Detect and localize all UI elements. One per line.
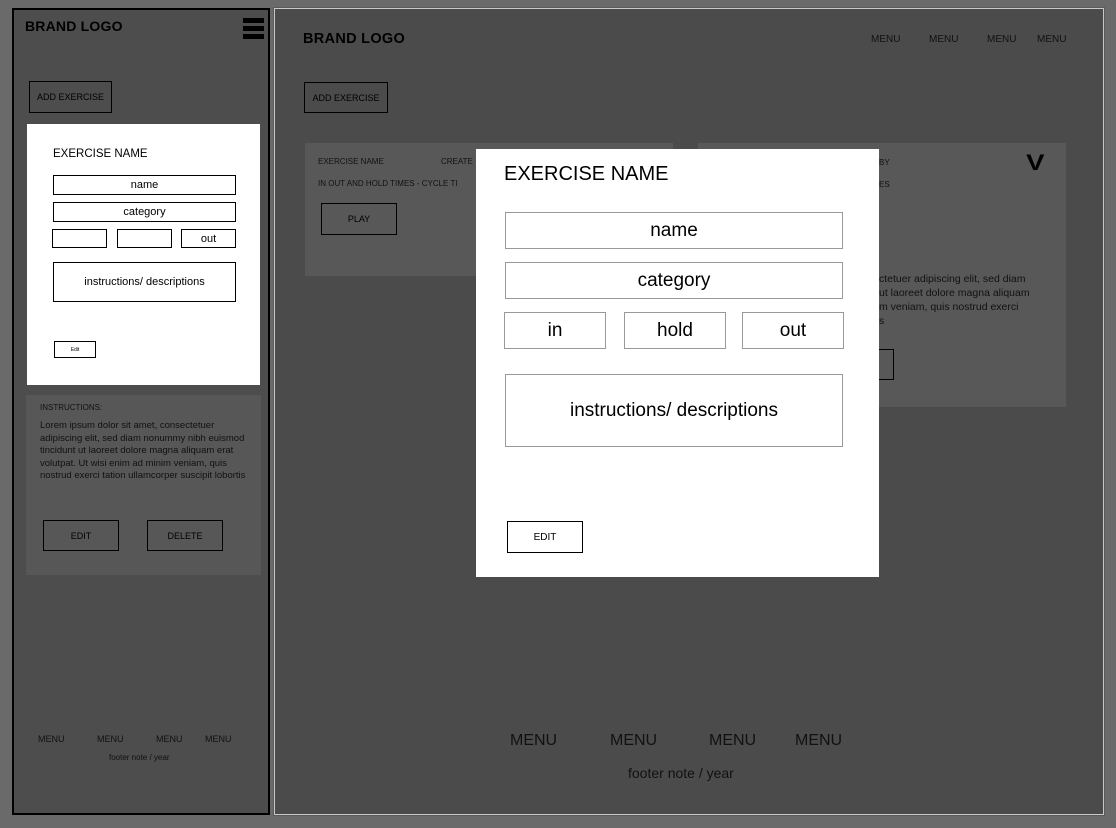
brand-logo[interactable]: BRAND LOGO — [303, 31, 405, 47]
card-body-text: ctetuer adipiscing elit, sed diam ut lao… — [879, 273, 1030, 327]
instructions-title: INSTRUCTIONS: — [40, 403, 103, 412]
nav-menu-item[interactable]: MENU — [1037, 34, 1066, 45]
nav-menu-item[interactable]: MENU — [987, 34, 1016, 45]
delete-button[interactable]: DELETE — [147, 520, 223, 551]
created-by-label: BY — [879, 158, 890, 167]
hold-field[interactable] — [117, 229, 172, 248]
footer-menu-item[interactable]: MENU — [610, 732, 657, 750]
exercise-modal: EXERCISE NAME name category out instruct… — [27, 124, 260, 385]
nav-menu-item[interactable]: MENU — [871, 34, 900, 45]
instructions-field[interactable]: instructions/ descriptions — [53, 262, 236, 302]
play-button[interactable]: PLAY — [321, 203, 397, 235]
modal-title: EXERCISE NAME — [53, 148, 148, 160]
instructions-field[interactable]: instructions/ descriptions — [505, 374, 843, 447]
modal-edit-button[interactable]: EDIT — [507, 521, 583, 553]
instructions-body: Lorem ipsum dolor sit amet, consectetuer… — [40, 420, 246, 481]
in-field[interactable] — [52, 229, 107, 248]
hold-field[interactable]: hold — [624, 312, 726, 349]
created-label: CREATE — [441, 157, 473, 166]
modal-edit-button[interactable]: Edit — [54, 341, 96, 358]
name-field[interactable]: name — [53, 175, 236, 195]
category-field[interactable]: category — [53, 202, 236, 222]
mobile-frame: BRAND LOGO ADD EXERCISE INSTRUCTIONS: Lo… — [12, 8, 270, 815]
category-field[interactable]: category — [505, 262, 843, 299]
add-exercise-button[interactable]: ADD EXERCISE — [29, 81, 112, 113]
in-field[interactable]: in — [504, 312, 606, 349]
footer-menu-item[interactable]: MENU — [510, 732, 557, 750]
nav-menu-item[interactable]: MENU — [929, 34, 958, 45]
footer-menu-item[interactable]: MENU — [156, 734, 183, 744]
chevron-down-icon[interactable]: V — [1026, 150, 1044, 176]
footer-menu-item[interactable]: MENU — [795, 732, 842, 750]
footer-note: footer note / year — [109, 753, 170, 762]
edit-button[interactable]: EDIT — [43, 520, 119, 551]
times-label: IN OUT AND HOLD TIMES - CYCLE TI — [318, 179, 458, 188]
footer-menu-item[interactable]: MENU — [205, 734, 232, 744]
exercise-name-label: EXERCISE NAME — [318, 157, 384, 166]
desktop-frame: BRAND LOGO MENU MENU MENU MENU ADD EXERC… — [273, 7, 1105, 816]
footer-note: footer note / year — [628, 765, 734, 781]
out-field[interactable]: out — [742, 312, 844, 349]
out-field[interactable]: out — [181, 229, 236, 248]
hamburger-menu-icon[interactable] — [243, 18, 264, 42]
add-exercise-button[interactable]: ADD EXERCISE — [304, 82, 388, 113]
times-label: ES — [879, 180, 890, 189]
footer-menu-item[interactable]: MENU — [97, 734, 124, 744]
modal-title: EXERCISE NAME — [504, 163, 669, 185]
footer-menu-item[interactable]: MENU — [38, 734, 65, 744]
name-field[interactable]: name — [505, 212, 843, 249]
brand-logo[interactable]: BRAND LOGO — [25, 18, 123, 34]
exercise-modal: EXERCISE NAME name category in hold out … — [476, 149, 879, 577]
footer-menu-item[interactable]: MENU — [709, 732, 756, 750]
